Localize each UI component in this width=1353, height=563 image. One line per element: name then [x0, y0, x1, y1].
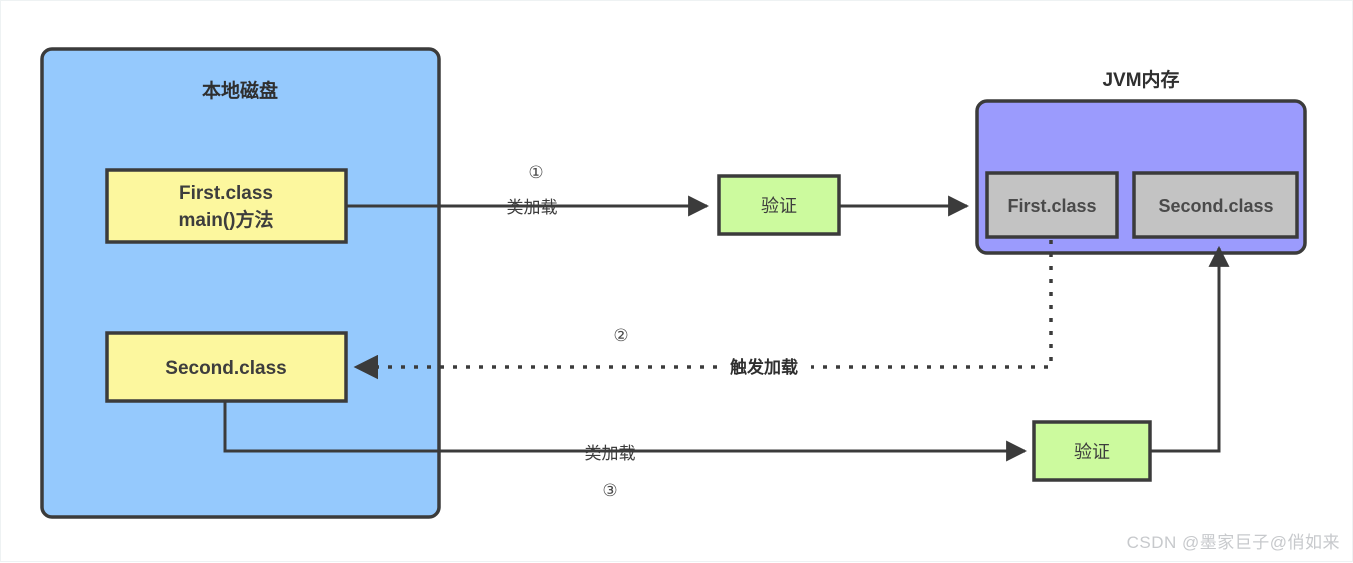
verify-box-top[interactable]: 验证: [717, 174, 841, 236]
disk-file-first-class-label-line1: First.class: [179, 183, 273, 204]
jvm-loaded-second-class[interactable]: Second.class: [1132, 171, 1299, 239]
edge-1-label: 类加载: [507, 198, 558, 217]
disk-file-first-class-label-line2: main()方法: [178, 208, 273, 231]
jvm-loaded-first-class-label: First.class: [1007, 196, 1096, 216]
jvm-loaded-second-class-label: Second.class: [1158, 196, 1273, 216]
edge-2-step-number: ②: [613, 326, 628, 345]
disk-file-first-class[interactable]: First.class main()方法: [105, 168, 348, 244]
local-disk-panel: 本地磁盘: [40, 47, 441, 519]
edge-3-line-b: [1150, 245, 1230, 453]
local-disk-panel-title: 本地磁盘: [202, 79, 278, 102]
verify-box-top-label: 验证: [761, 196, 797, 216]
edge-3-label: 类加载: [585, 444, 636, 463]
diagram-canvas: 本地磁盘 JVM内存 ① 类加载 ② 触发加载 类加载 ③ First.clas…: [0, 0, 1353, 562]
jvm-memory-panel-title: JVM内存: [1102, 68, 1179, 91]
csdn-watermark: CSDN @墨家巨子@俏如来: [1126, 533, 1340, 552]
disk-file-second-class-label: Second.class: [165, 358, 286, 379]
verify-box-bottom-label: 验证: [1074, 442, 1110, 462]
edge-2-line-a: [811, 240, 1053, 369]
jvm-loaded-first-class[interactable]: First.class: [985, 171, 1119, 239]
disk-file-second-class[interactable]: Second.class: [105, 331, 348, 403]
disk-file-first-class-box[interactable]: [105, 168, 348, 244]
edge-1-step-number: ①: [528, 163, 543, 182]
edge-3-step-number: ③: [602, 481, 617, 500]
local-disk-panel-body: [40, 47, 441, 519]
verify-box-bottom[interactable]: 验证: [1032, 420, 1152, 482]
jvm-class-loading-diagram: 本地磁盘 JVM内存 ① 类加载 ② 触发加载 类加载 ③ First.clas…: [40, 47, 1307, 519]
edge-2-label: 触发加载: [729, 357, 798, 377]
edge-trigger-load: ② 触发加载: [353, 240, 1053, 380]
